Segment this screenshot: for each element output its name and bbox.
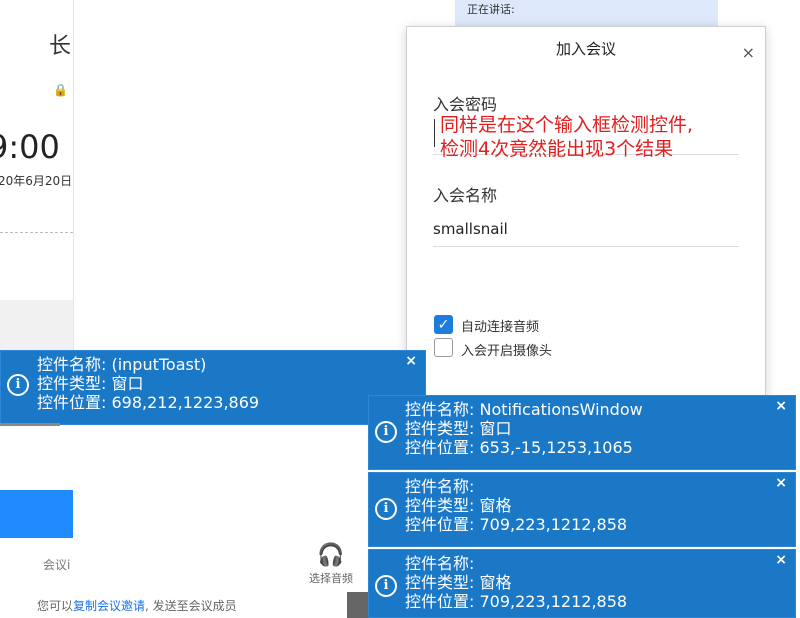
headset-icon: 🎧 — [317, 543, 345, 568]
invite-text: 您可以复制会议邀请, 发送至会议成员 — [37, 597, 237, 614]
dark-edge — [347, 592, 369, 618]
password-label: 入会密码 — [433, 95, 498, 114]
lock-icon: 🔒 — [53, 83, 68, 97]
control-info-toast: i 控件名称: NotificationsWindow 控件类型: 窗口 控件位… — [368, 395, 796, 470]
select-audio-label: 选择音频 — [309, 572, 353, 585]
toast-name-line: 控件名称: (inputToast) — [37, 355, 207, 374]
join-meeting-dialog: 加入会议 × 入会密码 同样是在这个输入框检测控件, 检测4次竟然能出现3个结果… — [406, 26, 766, 406]
toast-position-line: 控件位置: 709,223,1212,858 — [405, 515, 628, 534]
annotation-line-1: 同样是在这个输入框检测控件, — [440, 114, 694, 136]
speaking-label: 正在讲话: — [467, 3, 515, 16]
name-input[interactable] — [433, 211, 739, 247]
meeting-time: 9:00 — [0, 128, 60, 166]
toast-name-line: 控件名称: — [405, 477, 475, 496]
annotation-line-2: 检测4次竟然能出现3个结果 — [440, 138, 674, 160]
invite-suffix: , 发送至会议成员 — [145, 599, 237, 613]
red-annotation: 同样是在这个输入框检测控件, 检测4次竟然能出现3个结果 — [440, 113, 693, 161]
toast-type-line: 控件类型: 窗格 — [405, 496, 512, 515]
toast-type-line: 控件类型: 窗口 — [405, 419, 512, 438]
info-icon: i — [7, 374, 29, 396]
toast-position-line: 控件位置: 653,-15,1253,1065 — [405, 438, 633, 457]
text-caret — [434, 119, 435, 147]
toast-name-line: 控件名称: NotificationsWindow — [405, 400, 643, 419]
name-label: 入会名称 — [433, 186, 498, 205]
meeting-card: 长 🔒 9:00 20年6月20日 — [0, 0, 73, 300]
close-icon[interactable]: × — [742, 43, 755, 62]
toast-close-icon[interactable]: × — [775, 397, 787, 416]
info-icon: i — [375, 421, 397, 443]
meeting-label: 会议i — [43, 558, 71, 572]
toast-position-line: 控件位置: 698,212,1223,869 — [37, 393, 260, 412]
camera-label: 入会开启摄像头 — [461, 344, 553, 359]
meeting-title: 长 — [48, 34, 71, 59]
control-info-toast: i 控件名称: 控件类型: 窗格 控件位置: 709,223,1212,858 … — [368, 549, 796, 618]
meeting-date: 20年6月20日 — [0, 174, 73, 188]
join-button-edge[interactable] — [0, 490, 73, 538]
speaking-bar: 正在讲话: — [455, 0, 718, 26]
lower-panel: 会议i 🎧 选择音频 您可以复制会议邀请, 发送至会议成员 — [0, 425, 370, 618]
toast-type-line: 控件类型: 窗口 — [37, 374, 144, 393]
toast-close-icon[interactable]: × — [775, 474, 787, 493]
info-icon: i — [375, 575, 397, 597]
toast-type-line: 控件类型: 窗格 — [405, 573, 512, 592]
invite-prefix: 您可以 — [37, 599, 74, 613]
toast-name-line: 控件名称: — [405, 554, 475, 573]
gray-strip — [0, 300, 73, 350]
control-info-toast: i 控件名称: 控件类型: 窗格 控件位置: 709,223,1212,858 … — [368, 472, 796, 547]
select-audio-button[interactable]: 🎧 选择音频 — [305, 543, 357, 586]
auto-audio-label: 自动连接音频 — [461, 320, 540, 335]
toast-position-line: 控件位置: 709,223,1212,858 — [405, 592, 628, 611]
copy-invite-link[interactable]: 复制会议邀请 — [73, 599, 145, 613]
dialog-title: 加入会议 — [555, 40, 616, 58]
auto-audio-checkbox[interactable]: ✓ — [434, 315, 453, 334]
control-info-toast: i 控件名称: (inputToast) 控件类型: 窗口 控件位置: 698,… — [0, 350, 426, 425]
toast-close-icon[interactable]: × — [775, 551, 787, 570]
toast-close-icon[interactable]: × — [405, 352, 417, 371]
dashed-divider — [0, 232, 73, 233]
camera-checkbox[interactable] — [434, 338, 453, 357]
toast-shadow-edge — [0, 423, 60, 426]
info-icon: i — [375, 498, 397, 520]
